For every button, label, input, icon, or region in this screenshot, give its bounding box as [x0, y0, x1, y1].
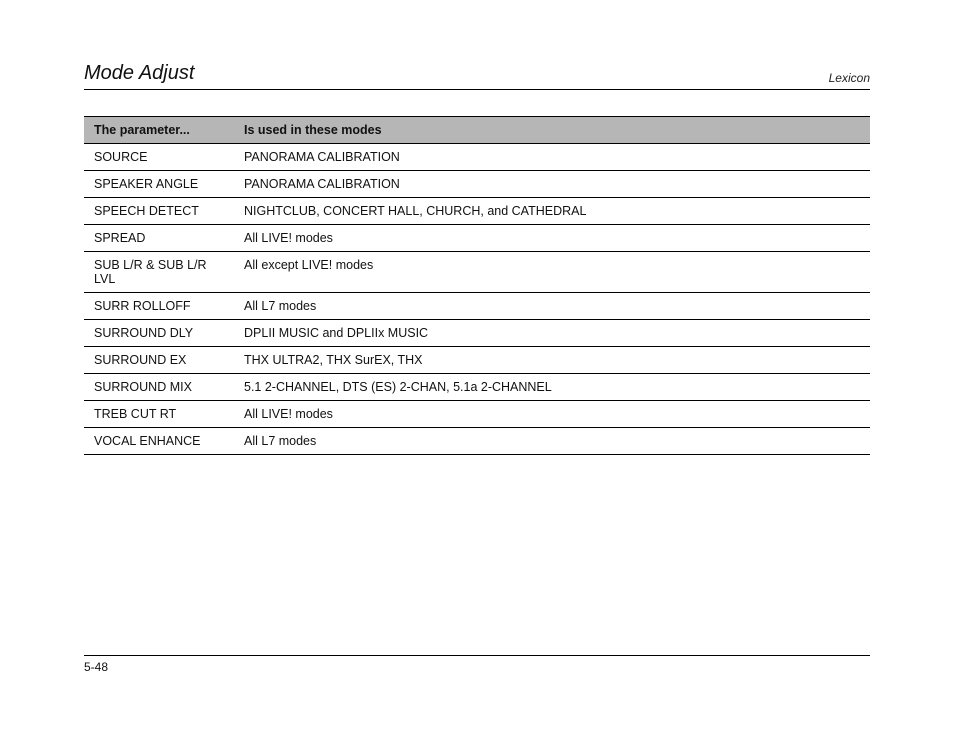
page: Mode Adjust Lexicon The parameter... Is …: [0, 0, 954, 738]
cell-modes: 5.1 2-CHANNEL, DTS (ES) 2-CHAN, 5.1a 2-C…: [234, 374, 870, 401]
cell-parameter: SUB L/R & SUB L/R LVL: [84, 252, 234, 293]
table-row: SURROUND MIX 5.1 2-CHANNEL, DTS (ES) 2-C…: [84, 374, 870, 401]
cell-modes: All except LIVE! modes: [234, 252, 870, 293]
cell-modes: All LIVE! modes: [234, 401, 870, 428]
cell-modes: NIGHTCLUB, CONCERT HALL, CHURCH, and CAT…: [234, 198, 870, 225]
table-row: SURROUND EX THX ULTRA2, THX SurEX, THX: [84, 347, 870, 374]
table-row: TREB CUT RT All LIVE! modes: [84, 401, 870, 428]
cell-parameter: SPEECH DETECT: [84, 198, 234, 225]
cell-parameter: SURROUND DLY: [84, 320, 234, 347]
brand-label: Lexicon: [829, 71, 870, 85]
cell-modes: All LIVE! modes: [234, 225, 870, 252]
table-row: SPEECH DETECT NIGHTCLUB, CONCERT HALL, C…: [84, 198, 870, 225]
cell-parameter: SURROUND EX: [84, 347, 234, 374]
cell-modes: DPLII MUSIC and DPLIIx MUSIC: [234, 320, 870, 347]
column-header-modes: Is used in these modes: [234, 117, 870, 144]
table-row: SOURCE PANORAMA CALIBRATION: [84, 144, 870, 171]
table-row: VOCAL ENHANCE All L7 modes: [84, 428, 870, 455]
cell-modes: All L7 modes: [234, 293, 870, 320]
page-title: Mode Adjust: [84, 62, 194, 85]
cell-parameter: TREB CUT RT: [84, 401, 234, 428]
table-body: SOURCE PANORAMA CALIBRATION SPEAKER ANGL…: [84, 144, 870, 455]
cell-parameter: SURROUND MIX: [84, 374, 234, 401]
table-row: SPEAKER ANGLE PANORAMA CALIBRATION: [84, 171, 870, 198]
parameter-table: The parameter... Is used in these modes …: [84, 116, 870, 455]
table-header-row: The parameter... Is used in these modes: [84, 117, 870, 144]
page-header: Mode Adjust Lexicon: [84, 62, 870, 90]
table-row: SUB L/R & SUB L/R LVL All except LIVE! m…: [84, 252, 870, 293]
table-row: SPREAD All LIVE! modes: [84, 225, 870, 252]
cell-parameter: VOCAL ENHANCE: [84, 428, 234, 455]
cell-parameter: SPEAKER ANGLE: [84, 171, 234, 198]
table-row: SURROUND DLY DPLII MUSIC and DPLIIx MUSI…: [84, 320, 870, 347]
cell-parameter: SPREAD: [84, 225, 234, 252]
page-number: 5-48: [84, 660, 108, 674]
page-footer: 5-48: [84, 655, 870, 674]
parameter-table-container: The parameter... Is used in these modes …: [84, 116, 870, 455]
cell-modes: PANORAMA CALIBRATION: [234, 144, 870, 171]
cell-modes: THX ULTRA2, THX SurEX, THX: [234, 347, 870, 374]
cell-modes: PANORAMA CALIBRATION: [234, 171, 870, 198]
column-header-parameter: The parameter...: [84, 117, 234, 144]
cell-modes: All L7 modes: [234, 428, 870, 455]
cell-parameter: SURR ROLLOFF: [84, 293, 234, 320]
cell-parameter: SOURCE: [84, 144, 234, 171]
table-row: SURR ROLLOFF All L7 modes: [84, 293, 870, 320]
